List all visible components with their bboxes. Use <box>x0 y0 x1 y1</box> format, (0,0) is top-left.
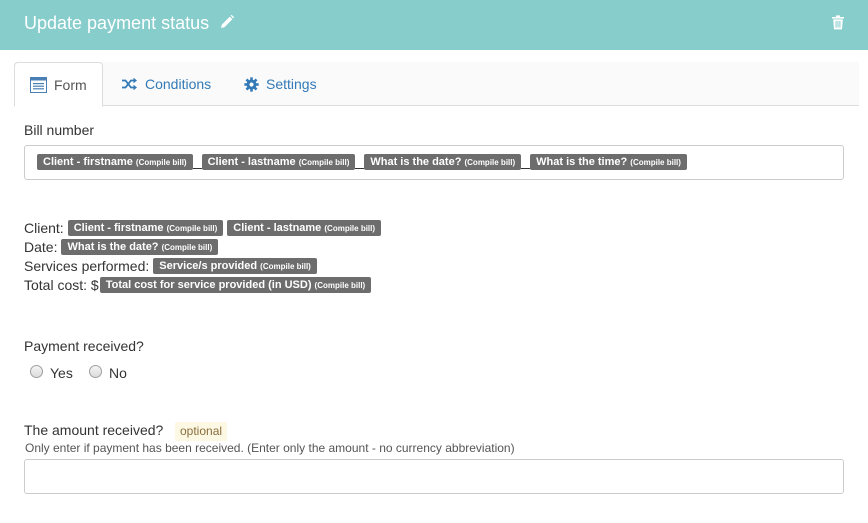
placeholder-tag: Total cost for service provided (in USD)… <box>99 276 372 293</box>
yes-radio-label[interactable]: Yes <box>50 365 73 381</box>
bill-number-input[interactable]: Client - firstname (Compile bill) Client… <box>24 145 844 180</box>
bill-number-tags: Client - firstname (Compile bill) Client… <box>37 154 687 170</box>
tag-separator <box>192 155 202 169</box>
no-radio-label[interactable]: No <box>109 365 127 381</box>
amount-help-text: Only enter if payment has been received.… <box>25 441 515 455</box>
shuffle-icon <box>122 77 137 91</box>
gear-icon <box>244 76 259 92</box>
form-title: Update payment status <box>24 13 210 33</box>
bill-number-label: Bill number <box>24 122 95 138</box>
optional-badge: optional <box>175 422 228 441</box>
tab-bar: Form Conditions Settings <box>14 62 859 107</box>
form-header: Update payment status <box>0 0 868 50</box>
form-icon <box>30 76 47 93</box>
client-label: Client: <box>24 219 64 236</box>
placeholder-tag[interactable]: Client - firstname (Compile bill) <box>37 154 193 170</box>
client-line: Client: Client - firstname (Compile bill… <box>24 218 382 237</box>
tab-form[interactable]: Form <box>14 62 103 107</box>
services-line: Services performed: Service/s provided (… <box>24 256 317 275</box>
placeholder-tag: Service/s provided (Compile bill) <box>153 257 317 274</box>
date-label: Date: <box>24 238 58 255</box>
date-line: Date: What is the date? (Compile bill) <box>24 237 219 256</box>
total-cost-label: Total cost: $ <box>24 276 99 293</box>
total-cost-line: Total cost: $ Total cost for service pro… <box>24 275 372 294</box>
services-label: Services performed: <box>24 257 150 274</box>
placeholder-tag[interactable]: What is the date? (Compile bill) <box>364 154 522 170</box>
placeholder-tag[interactable]: What is the time? (Compile bill) <box>530 154 687 170</box>
amount-received-input[interactable] <box>24 459 844 494</box>
placeholder-tag: Client - lastname (Compile bill) <box>227 219 382 236</box>
no-radio[interactable] <box>89 365 102 378</box>
tab-form-label: Form <box>54 76 87 93</box>
tab-conditions[interactable]: Conditions <box>121 62 211 106</box>
placeholder-tag: Client - firstname (Compile bill) <box>67 219 224 236</box>
payment-received-label: Payment received? <box>24 338 144 354</box>
placeholder-tag: What is the date? (Compile bill) <box>61 238 219 255</box>
tab-conditions-label: Conditions <box>145 76 212 92</box>
tab-settings[interactable]: Settings <box>244 62 317 106</box>
yes-radio[interactable] <box>30 365 43 378</box>
tag-separator <box>521 155 531 169</box>
tab-settings-label: Settings <box>266 76 317 92</box>
amount-received-label: The amount received? <box>24 422 164 438</box>
trash-icon[interactable] <box>831 15 845 30</box>
pencil-icon[interactable] <box>219 14 235 30</box>
tag-separator <box>355 155 365 169</box>
placeholder-tag[interactable]: Client - lastname (Compile bill) <box>201 154 356 170</box>
